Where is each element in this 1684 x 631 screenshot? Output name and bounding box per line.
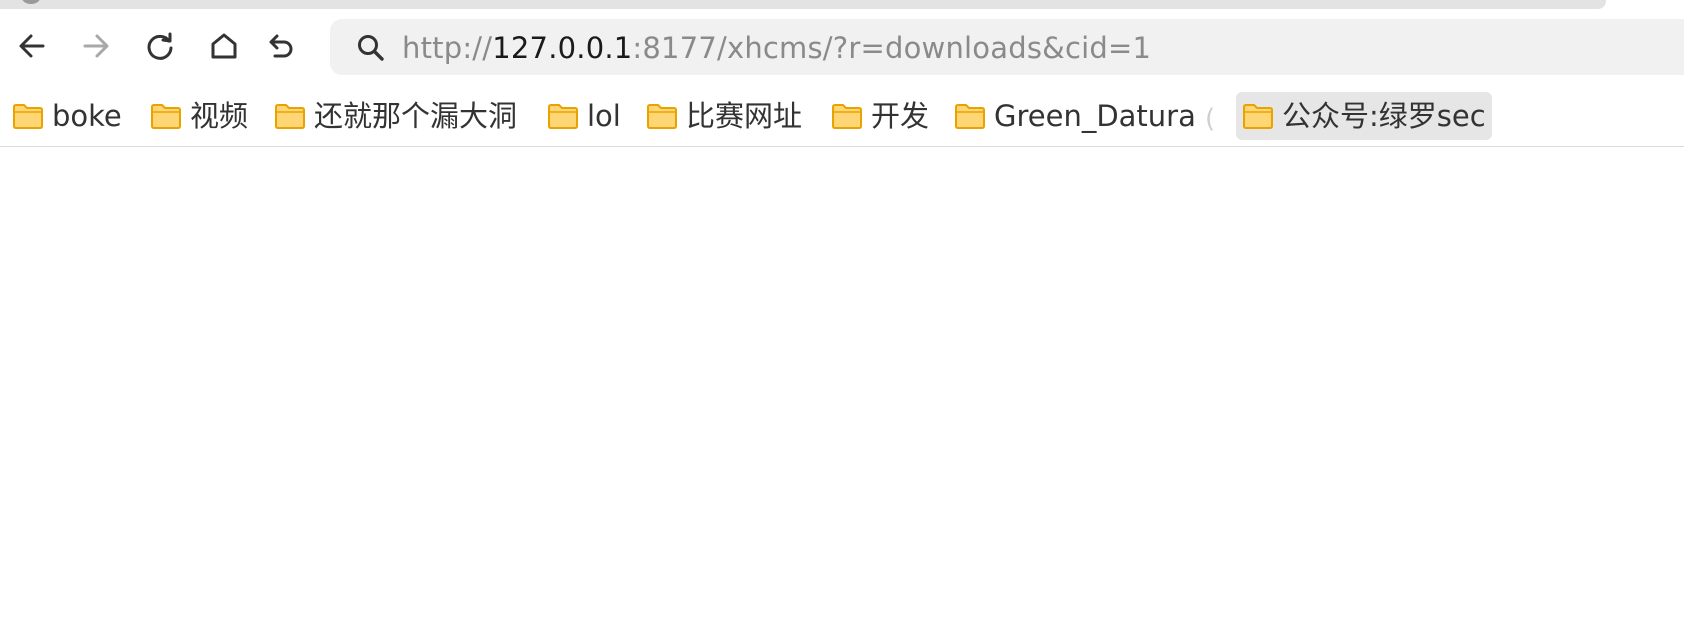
url-host: 127.0.0.1 bbox=[492, 31, 633, 65]
arrow-left-icon bbox=[19, 34, 45, 58]
folder-icon bbox=[832, 104, 862, 129]
forward-button[interactable] bbox=[78, 28, 114, 64]
folder-icon bbox=[647, 104, 677, 129]
bookmark-folder-vulns[interactable]: 还就那个漏大洞 bbox=[268, 92, 523, 140]
search-icon bbox=[358, 35, 384, 61]
bookmark-label: 还就那个漏大洞 bbox=[314, 99, 518, 133]
bookmark-folder-contest-sites[interactable]: 比赛网址 bbox=[640, 92, 808, 140]
folder-icon bbox=[275, 104, 305, 129]
url-path: :8177/xhcms/?r=downloads&cid=1 bbox=[632, 31, 1152, 65]
reload-icon bbox=[147, 32, 173, 60]
bookmark-folder-videos[interactable]: 视频 bbox=[144, 92, 254, 140]
bookmarks-bar: boke 视频 还就那个漏大洞 lol 比赛网址 开发 Green_Datura… bbox=[0, 90, 1684, 147]
folder-icon bbox=[1243, 104, 1273, 129]
folder-icon bbox=[13, 104, 43, 129]
bookmark-folder-green-datura[interactable]: Green_Datura bbox=[948, 92, 1202, 140]
browser-window: http://127.0.0.1:8177/xhcms/?r=downloads… bbox=[0, 0, 1684, 631]
bookmark-folder-wechat-account[interactable]: 公众号:绿罗sec bbox=[1236, 92, 1492, 140]
undo-icon bbox=[269, 34, 293, 58]
bookmark-label: Green_Datura bbox=[994, 99, 1196, 133]
bookmark-folder-dev[interactable]: 开发 bbox=[825, 92, 935, 140]
bookmark-label: 比赛网址 bbox=[686, 99, 803, 133]
back-button[interactable] bbox=[14, 28, 50, 64]
tab-strip-bar[interactable] bbox=[0, 0, 1606, 9]
bookmark-overflow-divider: ( bbox=[1205, 104, 1216, 134]
folder-icon bbox=[548, 104, 578, 129]
bookmark-label: lol bbox=[587, 99, 621, 133]
tab-strip bbox=[0, 0, 1684, 12]
bookmark-label: boke bbox=[52, 99, 122, 133]
folder-icon bbox=[955, 104, 985, 129]
home-icon bbox=[211, 33, 237, 59]
arrow-right-icon bbox=[83, 34, 109, 58]
undo-close-tab-button[interactable] bbox=[262, 28, 298, 64]
url-prefix: http:// bbox=[402, 31, 493, 65]
bookmark-folder-lol[interactable]: lol bbox=[541, 92, 627, 140]
bookmark-label: 视频 bbox=[190, 99, 249, 133]
page-content bbox=[0, 147, 1684, 631]
address-bar[interactable]: http://127.0.0.1:8177/xhcms/?r=downloads… bbox=[330, 19, 1684, 75]
home-button[interactable] bbox=[206, 28, 242, 64]
reload-button[interactable] bbox=[142, 28, 178, 64]
bookmark-label: 开发 bbox=[871, 99, 930, 133]
folder-icon bbox=[151, 104, 181, 129]
navigation-toolbar: http://127.0.0.1:8177/xhcms/?r=downloads… bbox=[0, 16, 1684, 76]
bookmark-folder-boke[interactable]: boke bbox=[6, 92, 128, 140]
url-text[interactable]: http://127.0.0.1:8177/xhcms/?r=downloads… bbox=[402, 32, 1151, 64]
bookmark-label: 公众号:绿罗sec bbox=[1282, 99, 1486, 133]
